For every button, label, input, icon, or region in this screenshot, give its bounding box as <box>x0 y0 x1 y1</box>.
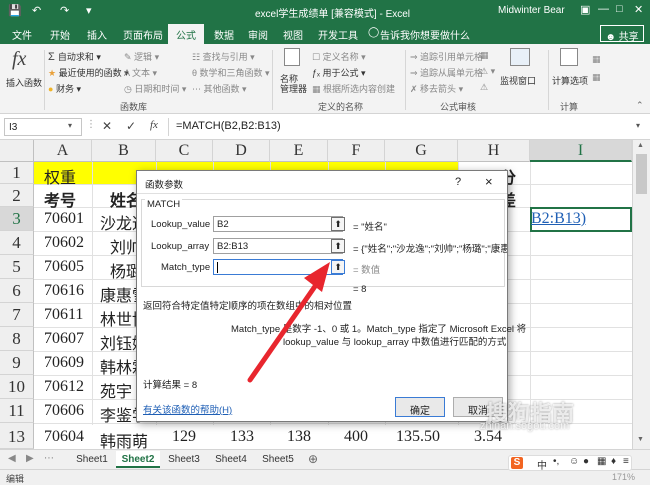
ime-chinese-icon[interactable]: 中 <box>537 457 547 472</box>
sheet-tab-4[interactable]: Sheet4 <box>208 451 254 468</box>
status-mode: 编辑 <box>6 474 25 484</box>
ime-emoji-icon[interactable]: ☺ <box>569 456 579 467</box>
arrow-shaft <box>247 279 321 383</box>
ime-menu-icon[interactable]: ≡ <box>623 456 629 467</box>
ime-punct-icon[interactable]: •, <box>553 456 559 467</box>
arrow-head <box>304 262 330 292</box>
status-bar: 编辑 171% <box>0 469 650 485</box>
ime-keyboard-icon[interactable]: ▦ <box>597 456 606 467</box>
sheet-tab-5[interactable]: Sheet5 <box>256 451 300 468</box>
add-sheet-icon[interactable]: ⊕ <box>308 452 318 466</box>
ime-voice-icon[interactable]: ● <box>583 456 589 467</box>
sheet-tab-2[interactable]: Sheet2 <box>116 451 160 468</box>
sogou-ime-icon[interactable]: S <box>511 457 523 469</box>
sheet-tab-3[interactable]: Sheet3 <box>162 451 206 468</box>
sogou-watermark-url: zhinan.sogou.com <box>480 420 570 432</box>
zoom-level[interactable]: 171% <box>612 472 635 482</box>
sheet-tab-1[interactable]: Sheet1 <box>70 451 114 468</box>
more-sheets-icon[interactable]: ⋯ <box>44 453 54 464</box>
ime-skin-icon[interactable]: ♦ <box>611 456 616 467</box>
ime-toolbar[interactable]: S 中 •, ☺ ● ▦ ♦ ≡ <box>508 455 632 472</box>
next-sheet-icon[interactable]: ▶ <box>26 453 34 464</box>
prev-sheet-icon[interactable]: ◀ <box>8 453 16 464</box>
